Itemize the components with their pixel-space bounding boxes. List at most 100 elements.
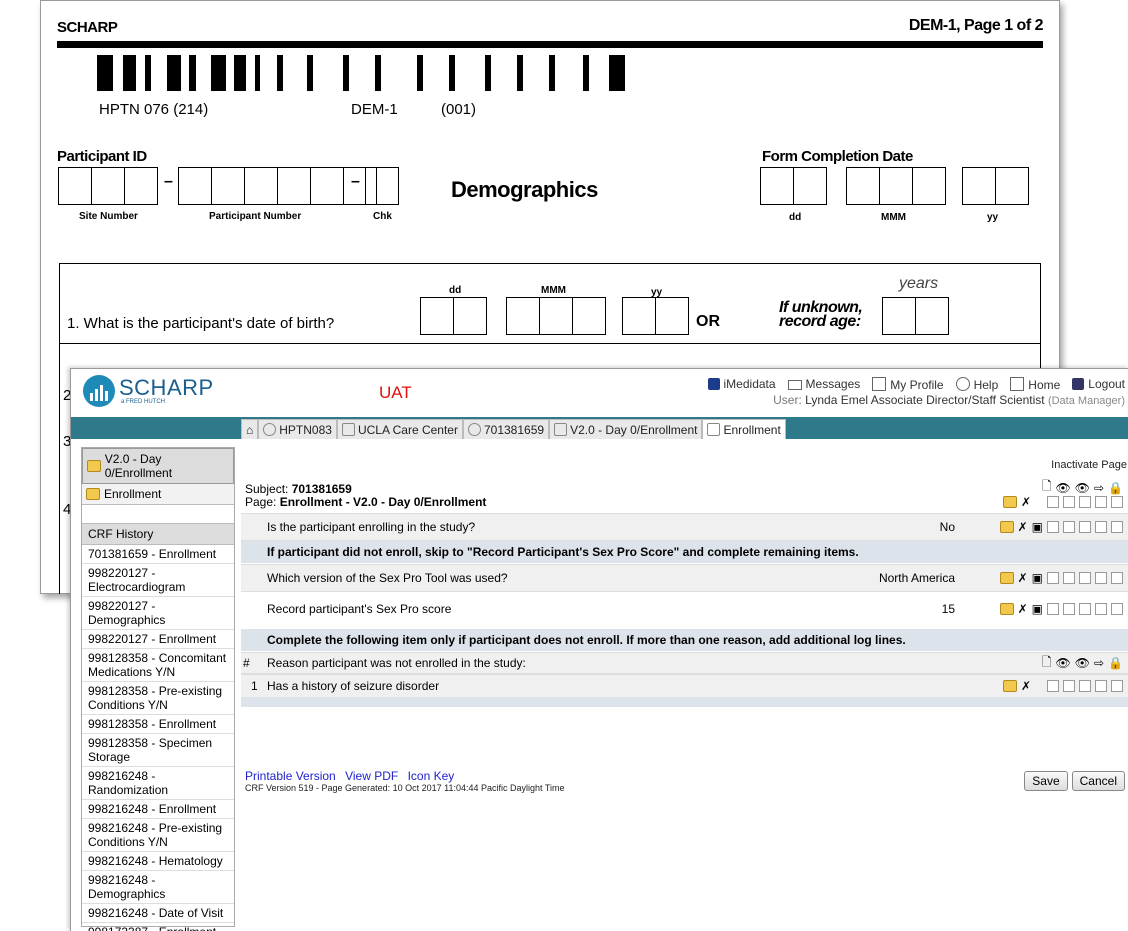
crf-version-text: CRF Version 519 - Page Generated: 10 Oct… — [245, 783, 565, 793]
tab-folder[interactable]: V2.0 - Day 0/Enrollment — [549, 419, 703, 439]
nav-logout[interactable]: Logout — [1072, 377, 1125, 392]
edit-icon[interactable] — [1002, 680, 1017, 692]
question-dob: 1. What is the participant's date of bir… — [67, 315, 335, 332]
lock-icon: 🔒 — [1108, 480, 1123, 495]
arrow-icon: ⇨ — [1093, 480, 1105, 495]
form-icon — [707, 423, 721, 436]
eye-icon: 👁 — [1055, 480, 1071, 495]
page-pin-icon[interactable]: ✗ — [1021, 495, 1031, 509]
fcd-yy-boxes — [962, 167, 1029, 205]
log-row: 1 Has a history of seizure disorder ✗ — [241, 674, 1128, 698]
nav-home[interactable]: Home — [1010, 377, 1060, 392]
pin-icon[interactable]: ✗ — [1018, 602, 1028, 616]
nav-help[interactable]: Help — [955, 377, 998, 392]
crf-history-item[interactable]: 998216248 - Randomization — [82, 767, 234, 800]
log-row-value[interactable]: Has a history of seizure disorder — [267, 679, 439, 693]
environment-label: UAT — [379, 383, 412, 402]
user-line: User: Lynda Emel Associate Director/Staf… — [773, 393, 1125, 407]
query-icon[interactable]: ▣ — [1032, 602, 1043, 616]
chk-label: Chk — [373, 211, 392, 222]
logo-mark-icon — [83, 375, 115, 407]
pin-icon[interactable]: ✗ — [1018, 571, 1028, 585]
view-pdf-link[interactable]: View PDF — [345, 769, 398, 783]
sidebar-folder-list: V2.0 - Day 0/Enrollment Enrollment — [82, 448, 234, 505]
tab-home[interactable]: ⌂ — [241, 419, 259, 439]
log-row-num: 1 — [251, 679, 258, 693]
crf-history-header: CRF History — [82, 523, 234, 545]
printable-version-link[interactable]: Printable Version — [245, 769, 336, 783]
edit-icon[interactable] — [999, 572, 1014, 584]
query-icon[interactable]: ▣ — [1032, 520, 1043, 534]
nav-messages[interactable]: Messages — [787, 377, 860, 392]
crf-history-item[interactable]: 998216248 - Date of Visit — [82, 904, 234, 923]
nav-imedidata[interactable]: iMedidata — [707, 377, 776, 392]
age-boxes — [882, 297, 949, 335]
main-panel: Inactivate Page 🗋 👁 👁 ⇨ 🔒 Subject: 701381659… — [241, 447, 1128, 931]
edit-icon[interactable] — [999, 521, 1014, 533]
crf-history-item[interactable]: 998216248 - Pre-existing Conditions Y/N — [82, 819, 234, 852]
tab-site[interactable]: UCLA Care Center — [336, 419, 463, 439]
header-rule — [57, 41, 1043, 48]
question-divider — [59, 343, 1041, 344]
chk-box — [365, 167, 399, 205]
save-button[interactable]: Save — [1024, 771, 1068, 791]
dob-dd-label: dd — [449, 285, 462, 296]
paper-org: SCHARP — [57, 19, 118, 36]
log-header-row: # Reason participant was not enrolled in… — [241, 652, 1128, 674]
crf-history-item[interactable]: 998128358 - Specimen Storage — [82, 734, 234, 767]
page-checkbox[interactable] — [1047, 496, 1059, 508]
query-icon[interactable]: ▣ — [1032, 571, 1043, 585]
page-checkbox[interactable] — [1095, 496, 1107, 508]
fcd-dd-boxes — [760, 167, 827, 205]
crf-history-list: 701381659 - Enrollment 998220127 - Elect… — [82, 545, 234, 931]
subject-icon — [467, 423, 481, 436]
scharp-logo[interactable]: SCHARP a FRED HUTCH — [83, 375, 214, 407]
home-icon — [1010, 377, 1025, 391]
barcode-seq: (001) — [441, 101, 477, 118]
log-hash: # — [243, 656, 250, 670]
field-value-enroll[interactable]: No — [940, 520, 955, 534]
tab-form[interactable]: Enrollment — [702, 419, 786, 439]
sidebar: V2.0 - Day 0/Enrollment Enrollment CRF H… — [81, 447, 235, 931]
nav-my-profile[interactable]: My Profile — [872, 377, 944, 392]
page-checkbox[interactable] — [1079, 496, 1091, 508]
edit-icon[interactable] — [999, 603, 1014, 615]
field-value-version[interactable]: North America — [879, 571, 955, 585]
pin-icon[interactable]: ✗ — [1021, 679, 1031, 693]
crf-history-item[interactable]: 998216248 - Demographics — [82, 871, 234, 904]
field-value-score[interactable]: 15 — [942, 602, 955, 616]
crf-history-item[interactable]: 998220127 - Electrocardiogram — [82, 564, 234, 597]
page-value: Enrollment - V2.0 - Day 0/Enrollment — [279, 495, 487, 509]
icon-key-link[interactable]: Icon Key — [408, 769, 455, 783]
cancel-button[interactable]: Cancel — [1071, 771, 1125, 791]
form-completion-label: Form Completion Date — [762, 148, 913, 165]
barcode-form: DEM-1 — [351, 101, 398, 118]
page-edit-icon[interactable] — [1002, 496, 1017, 508]
crf-history-item[interactable]: 998216248 - Enrollment — [82, 800, 234, 819]
crf-history-item[interactable]: 998220127 - Demographics — [82, 597, 234, 630]
page-checkbox[interactable] — [1111, 496, 1123, 508]
folder-icon — [554, 423, 568, 436]
tab-study[interactable]: HPTN083 — [258, 419, 337, 439]
form-buttons: Save Cancel — [1024, 771, 1125, 791]
sidebar-form[interactable]: Enrollment — [82, 484, 234, 504]
pin-icon[interactable]: ✗ — [1018, 520, 1028, 534]
participant-id-label: Participant ID — [57, 148, 147, 165]
tab-subject[interactable]: 701381659 — [462, 419, 550, 439]
user-name: Lynda Emel Associate Director/Staff Scie… — [805, 393, 1045, 407]
crf-history-item[interactable]: 998128358 - Concomitant Medications Y/N — [82, 649, 234, 682]
footer-links: Printable Version View PDF Icon Key — [245, 769, 460, 783]
crf-history-item[interactable]: 998128358 - Enrollment — [82, 715, 234, 734]
inactivate-page-label: Inactivate Page — [1051, 459, 1127, 471]
crf-history-item[interactable]: 998216248 - Hematology — [82, 852, 234, 871]
crf-history-item[interactable]: 998220127 - Enrollment — [82, 630, 234, 649]
page-checkbox[interactable] — [1063, 496, 1075, 508]
field-label-score: Record participant's Sex Pro score — [267, 602, 452, 616]
crf-history-item[interactable]: 701381659 - Enrollment — [82, 545, 234, 564]
fcd-mmm-label: MMM — [881, 212, 906, 223]
crf-history-item[interactable]: 998128358 - Pre-existing Conditions Y/N — [82, 682, 234, 715]
home-icon: ⌂ — [246, 422, 254, 437]
sidebar-folder[interactable]: V2.0 - Day 0/Enrollment — [82, 448, 234, 484]
dob-dd-boxes — [420, 297, 487, 335]
profile-icon — [872, 377, 887, 391]
